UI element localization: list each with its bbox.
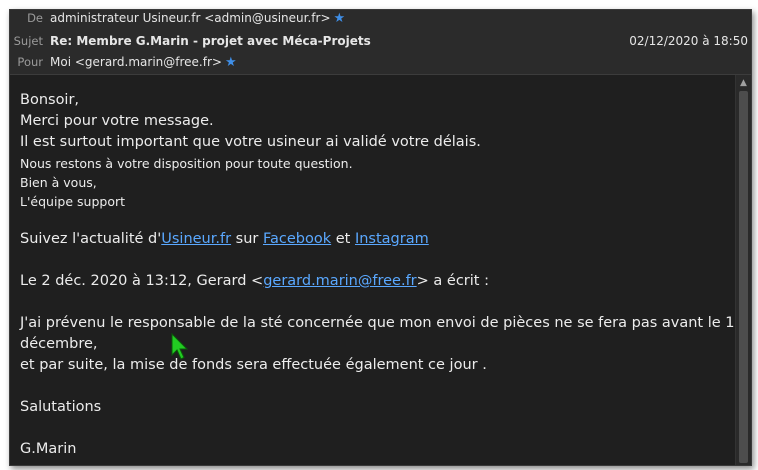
instagram-link[interactable]: Instagram bbox=[355, 231, 429, 247]
from-address[interactable]: administrateur Usineur.fr <admin@usineur… bbox=[50, 11, 331, 25]
message-line: Bien à vous, bbox=[20, 175, 97, 190]
signature: L'équipe support bbox=[20, 194, 126, 209]
to-address[interactable]: Moi <gerard.marin@free.fr> bbox=[50, 55, 222, 69]
to-row: Pour Moi <gerard.marin@free.fr> ★ bbox=[10, 52, 751, 72]
email-window: De administrateur Usineur.fr <admin@usin… bbox=[9, 9, 752, 466]
to-label: Pour bbox=[17, 55, 43, 69]
from-value[interactable]: administrateur Usineur.fr <admin@usineur… bbox=[50, 10, 346, 29]
message-line: Il est surtout important que votre usine… bbox=[20, 134, 481, 150]
date-value: 02/12/2020 à 18:50 bbox=[629, 34, 748, 48]
quoted-name: G.Marin bbox=[20, 441, 77, 457]
facebook-link[interactable]: Facebook bbox=[263, 231, 331, 247]
quote-email-link[interactable]: gerard.marin@free.fr bbox=[263, 273, 416, 289]
from-row: De administrateur Usineur.fr <admin@usin… bbox=[10, 10, 751, 29]
message-body: Bonsoir, Merci pour votre message. Il es… bbox=[10, 75, 744, 465]
follow-line: Suivez l'actualité d'Usineur.fr sur Face… bbox=[20, 231, 429, 247]
usineur-link[interactable]: Usineur.fr bbox=[161, 231, 231, 247]
to-value[interactable]: Moi <gerard.marin@free.fr> ★ bbox=[50, 52, 237, 73]
message-line: Merci pour votre message. bbox=[20, 113, 214, 129]
from-label: De bbox=[27, 11, 43, 25]
quote-header: Le 2 déc. 2020 à 13:12, Gerard <gerard.m… bbox=[20, 273, 489, 289]
vertical-scrollbar[interactable]: ▲ bbox=[735, 75, 751, 465]
mouse-pointer-icon bbox=[171, 333, 189, 360]
follow-on: sur bbox=[231, 231, 263, 247]
quoted-line: et par suite, la mise de fonds sera effe… bbox=[20, 357, 487, 373]
quoted-line: décembre, bbox=[20, 336, 98, 352]
scrollbar-thumb[interactable] bbox=[739, 91, 748, 463]
star-icon[interactable]: ★ bbox=[334, 11, 346, 26]
follow-prefix: Suivez l'actualité d' bbox=[20, 231, 162, 247]
follow-and: et bbox=[331, 231, 355, 247]
message-line: Nous restons à votre disposition pour to… bbox=[20, 156, 353, 171]
quoted-salutations: Salutations bbox=[20, 399, 102, 415]
subject-value: Re: Membre G.Marin - projet avec Méca-Pr… bbox=[50, 34, 371, 48]
email-header: De administrateur Usineur.fr <admin@usin… bbox=[10, 10, 751, 75]
star-icon[interactable]: ★ bbox=[225, 55, 237, 70]
quote-prefix: Le 2 déc. 2020 à 13:12, Gerard < bbox=[20, 273, 264, 289]
quoted-line: J'ai prévenu le responsable de la sté co… bbox=[20, 315, 744, 331]
quote-suffix: > a écrit : bbox=[416, 273, 489, 289]
chevron-up-icon[interactable]: ▲ bbox=[736, 76, 751, 90]
subject-label: Sujet bbox=[13, 34, 43, 48]
subject-row: Sujet Re: Membre G.Marin - projet avec M… bbox=[10, 31, 751, 51]
greeting: Bonsoir, bbox=[20, 92, 80, 108]
